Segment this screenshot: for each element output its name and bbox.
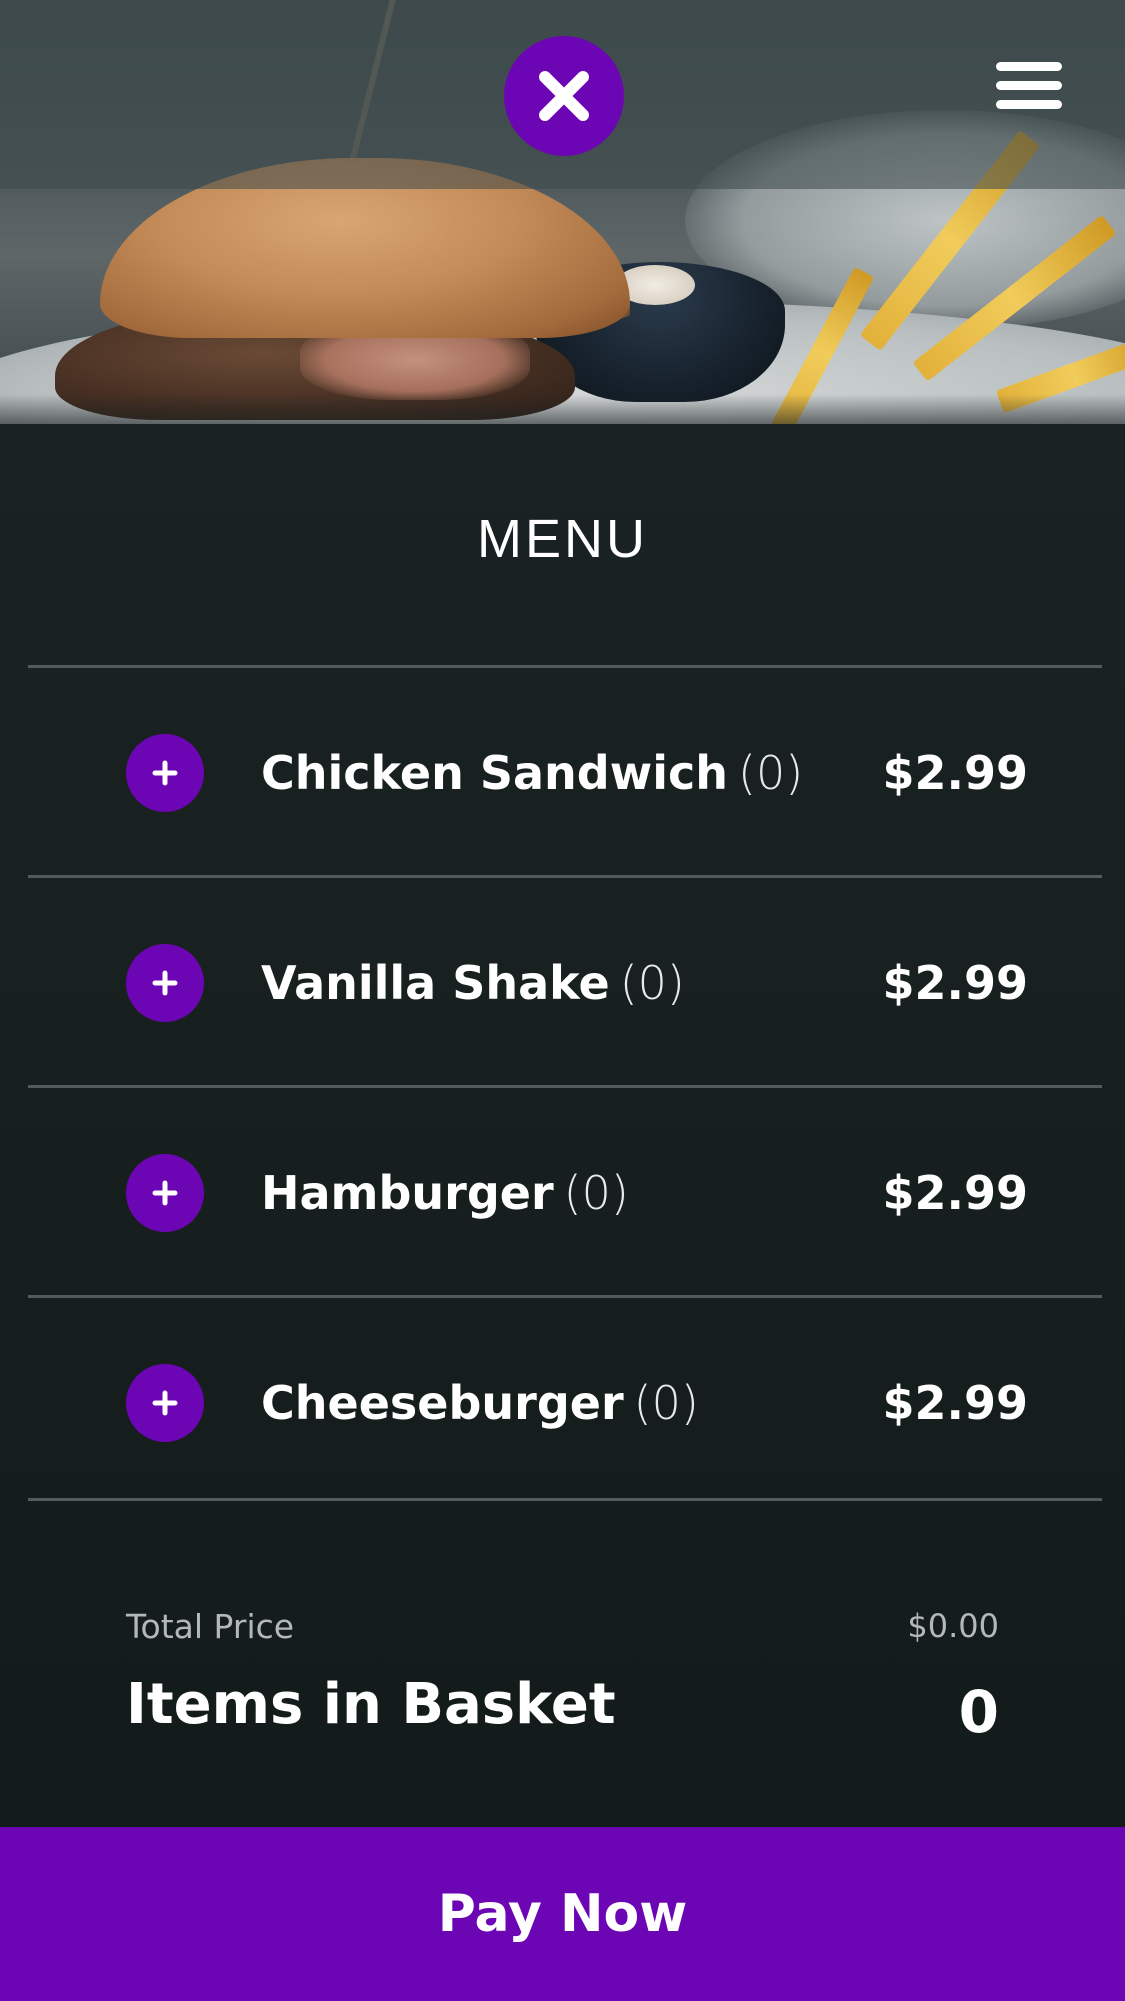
item-price: $2.99: [882, 1376, 1028, 1430]
item-price: $2.99: [882, 956, 1028, 1010]
item-name: Vanilla Shake: [261, 956, 610, 1010]
item-name: Cheeseburger: [261, 1376, 624, 1430]
item-count: (0): [633, 1376, 699, 1430]
total-price-label: Total Price: [126, 1607, 295, 1646]
item-count: (0): [563, 1166, 629, 1220]
item-count: (0): [738, 746, 804, 800]
pay-now-button[interactable]: Pay Now: [0, 1827, 1125, 2001]
item-name: Chicken Sandwich: [261, 746, 728, 800]
menu-title: MENU: [477, 509, 648, 569]
item-name: Hamburger: [261, 1166, 554, 1220]
close-icon: [539, 71, 589, 121]
menu-item-hamburger: Hamburger (0) $2.99: [28, 1088, 1102, 1295]
item-price: $2.99: [882, 746, 1028, 800]
order-page: MENU Chicken Sandwich (0) $2.99 Vanilla …: [0, 0, 1125, 2001]
add-item-button[interactable]: [126, 944, 204, 1022]
add-item-button[interactable]: [126, 1154, 204, 1232]
hamburger-menu-button[interactable]: [996, 60, 1062, 112]
plus-icon: [152, 970, 178, 996]
items-in-basket-count: 0: [958, 1678, 999, 1746]
hero-image: [0, 0, 1125, 424]
close-button[interactable]: [504, 36, 624, 156]
divider: [28, 1498, 1102, 1501]
items-in-basket-label: Items in Basket: [126, 1672, 616, 1737]
plus-icon: [152, 760, 178, 786]
menu-item-vanilla-shake: Vanilla Shake (0) $2.99: [28, 878, 1102, 1085]
menu-item-chicken-sandwich: Chicken Sandwich (0) $2.99: [28, 668, 1102, 875]
hamburger-menu-icon: [996, 62, 1062, 71]
add-item-button[interactable]: [126, 734, 204, 812]
plus-icon: [152, 1390, 178, 1416]
total-price-value: $0.00: [907, 1607, 999, 1645]
menu-list: Chicken Sandwich (0) $2.99 Vanilla Shake(…: [28, 665, 1102, 1501]
plus-icon: [152, 1180, 178, 1206]
menu-item-cheeseburger: Cheeseburger (0) $2.99: [28, 1298, 1102, 1498]
add-item-button[interactable]: [126, 1364, 204, 1442]
item-price: $2.99: [882, 1166, 1028, 1220]
item-count: (0): [619, 956, 685, 1010]
